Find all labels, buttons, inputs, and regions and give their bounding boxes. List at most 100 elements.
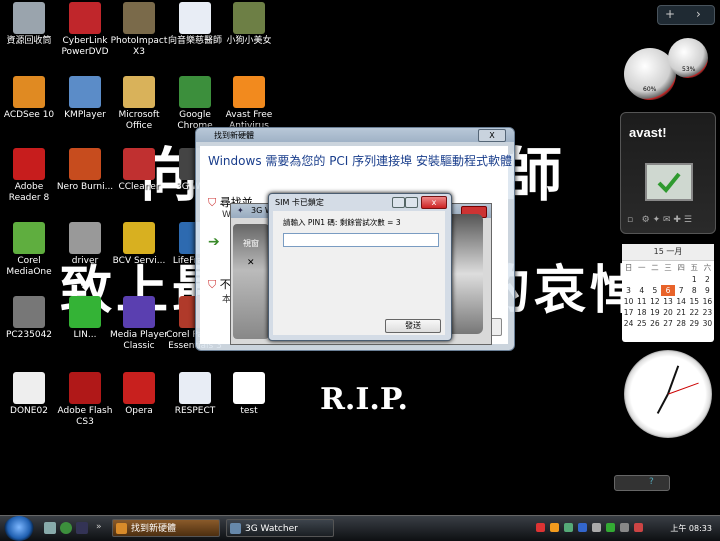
desktop-icon[interactable]: LIN... — [56, 296, 114, 341]
desktop-icon[interactable]: CyberLink PowerDVD — [56, 2, 114, 58]
calendar-day[interactable]: 8 — [688, 285, 701, 296]
calendar-day[interactable]: 30 — [701, 318, 714, 329]
desktop-icon[interactable]: Corel MediaOne — [0, 222, 58, 278]
calendar-day[interactable]: 29 — [688, 318, 701, 329]
desktop-icon[interactable]: 資源回收筒 — [0, 2, 58, 47]
calendar-day[interactable]: 18 — [635, 307, 648, 318]
desktop-icon[interactable]: DONE02 — [0, 372, 58, 417]
calendar-day[interactable]: 14 — [675, 296, 688, 307]
send-button[interactable]: 發送 — [385, 319, 441, 333]
show-desktop-icon[interactable] — [44, 522, 56, 534]
help-icon[interactable]: ? — [649, 477, 654, 487]
calendar-day[interactable]: 1 — [688, 274, 701, 285]
calendar-day[interactable]: 11 — [635, 296, 648, 307]
tray-bluetooth-icon[interactable] — [578, 523, 587, 532]
desktop-icon[interactable]: Opera — [110, 372, 168, 417]
pin-input[interactable] — [283, 233, 439, 247]
desktop-icon[interactable]: Media Player Classic — [110, 296, 168, 352]
calendar-day[interactable] — [661, 274, 674, 285]
calendar-day[interactable]: 12 — [648, 296, 661, 307]
switch-windows-icon[interactable] — [76, 522, 88, 534]
calendar-day[interactable]: 21 — [675, 307, 688, 318]
calendar-day[interactable]: 3 — [622, 285, 635, 296]
restore-button[interactable] — [392, 197, 405, 208]
calendar-day[interactable]: 9 — [701, 285, 714, 296]
tray-avast-icon[interactable] — [550, 523, 559, 532]
clock-time[interactable]: 上午 08:33 — [670, 523, 712, 534]
avast-gadget[interactable]: avast! ▫ ⚙ ✦ ✉ ✚ ☰ — [620, 112, 716, 234]
calendar-day[interactable]: 15 — [688, 296, 701, 307]
dropdown-button[interactable] — [405, 197, 418, 208]
pdf-icon — [13, 148, 45, 180]
desktop-icon[interactable]: PC235042 — [0, 296, 58, 341]
calendar-day[interactable]: 25 — [635, 318, 648, 329]
desktop-icon[interactable]: RESPECT — [166, 372, 224, 417]
close-button[interactable]: X — [478, 129, 506, 142]
desktop-icon[interactable]: Adobe Reader 8 — [0, 148, 58, 204]
start-button[interactable] — [4, 516, 34, 541]
taskbar-button[interactable]: 3G Watcher — [226, 519, 334, 537]
calendar-day[interactable]: 10 — [622, 296, 635, 307]
calendar-gadget[interactable]: 15 一月 日一二三四五六 1 2 3 4 5 6 7 8 9 10 11 12 13 14 15 16 17 1… — [622, 244, 714, 342]
close-icon[interactable]: ✕ — [247, 258, 255, 268]
gadget-toolbar[interactable]: + › — [657, 5, 715, 25]
desktop-icon[interactable]: Avast Free Antivirus — [220, 76, 278, 132]
calendar-day[interactable]: 2 — [701, 274, 714, 285]
tray-3g-icon[interactable] — [606, 523, 615, 532]
calendar-day[interactable] — [635, 274, 648, 285]
calendar-day[interactable]: 19 — [648, 307, 661, 318]
tray-alert-icon[interactable] — [634, 523, 643, 532]
desktop-icon[interactable]: Microsoft Office — [110, 76, 168, 132]
calendar-day[interactable]: 7 — [675, 285, 688, 296]
desktop-icon[interactable]: driver — [56, 222, 114, 267]
tray-volume-icon[interactable] — [620, 523, 629, 532]
desktop-icon[interactable]: test — [220, 372, 278, 417]
calendar-day[interactable] — [622, 274, 635, 285]
chevron-right-icon[interactable]: » — [96, 522, 104, 534]
desktop-icon-label: DONE02 — [10, 406, 48, 416]
desktop-icon[interactable]: Google Chrome — [166, 76, 224, 132]
desktop-icon[interactable]: KMPlayer — [56, 76, 114, 121]
desktop-icon[interactable]: ACDSee 10 — [0, 76, 58, 121]
avast-gadget-toolbar[interactable]: ▫ ⚙ ✦ ✉ ✚ ☰ — [627, 215, 709, 227]
calendar-day[interactable]: 4 — [635, 285, 648, 296]
calendar-day[interactable] — [648, 274, 661, 285]
desktop-icon[interactable]: Adobe Flash CS3 — [56, 372, 114, 428]
cpu-meter-value: 60% — [643, 86, 657, 93]
tray-app-icon[interactable] — [564, 523, 573, 532]
calendar-day[interactable]: 5 — [648, 285, 661, 296]
chevron-right-icon[interactable]: › — [696, 7, 701, 21]
calendar-day[interactable]: 24 — [622, 318, 635, 329]
chrome-icon[interactable] — [60, 522, 72, 534]
calendar-day[interactable]: 23 — [701, 307, 714, 318]
sim-locked-dialog[interactable]: SIM 卡已鎖定 x 請輸入 PIN1 碼: 剩餘嘗試次數 = 3 發送 — [268, 193, 452, 341]
calendar-day[interactable]: 22 — [688, 307, 701, 318]
calendar-day[interactable]: 27 — [661, 318, 674, 329]
calendar-day[interactable]: 6 — [661, 285, 675, 296]
mini-toolbar-gadget[interactable]: ? — [614, 475, 670, 491]
tray-usb-icon[interactable] — [592, 523, 601, 532]
calendar-day[interactable] — [675, 274, 688, 285]
desktop-icon-label: test — [240, 406, 258, 416]
wizard-option-skip[interactable]: ⛉ 不 本 — [208, 276, 231, 305]
calendar-day[interactable]: 28 — [675, 318, 688, 329]
calendar-day[interactable]: 26 — [648, 318, 661, 329]
calendar-day[interactable]: 16 — [701, 296, 714, 307]
sim-dialog-close-button[interactable]: x — [421, 196, 447, 209]
desktop-icon[interactable]: BCV Servi... — [110, 222, 168, 267]
calendar-day[interactable]: 20 — [661, 307, 674, 318]
new-hardware-titlebar[interactable]: 找到新硬體 X — [196, 128, 514, 142]
tray-network-icon[interactable] — [536, 523, 545, 532]
calendar-day[interactable]: 17 — [622, 307, 635, 318]
desktop-icon[interactable]: PhotoImpact X3 — [110, 2, 168, 58]
taskbar-button[interactable]: 找到新硬體 — [112, 519, 220, 537]
desktop-icon[interactable]: 向音樂慈醫師 — [166, 2, 224, 47]
calendar-day[interactable]: 13 — [661, 296, 674, 307]
sim-dialog-titlebar[interactable]: SIM 卡已鎖定 x — [269, 194, 451, 210]
add-gadget-icon[interactable]: + — [665, 7, 675, 21]
desktop-icon[interactable]: Nero Burni... — [56, 148, 114, 193]
desktop-icon[interactable]: 小狗小美女 — [220, 2, 278, 47]
calendar-weekday: 六 — [703, 263, 712, 272]
desktop-icon[interactable]: CCleaner — [110, 148, 168, 193]
new-hardware-title: 找到新硬體 — [214, 131, 254, 140]
